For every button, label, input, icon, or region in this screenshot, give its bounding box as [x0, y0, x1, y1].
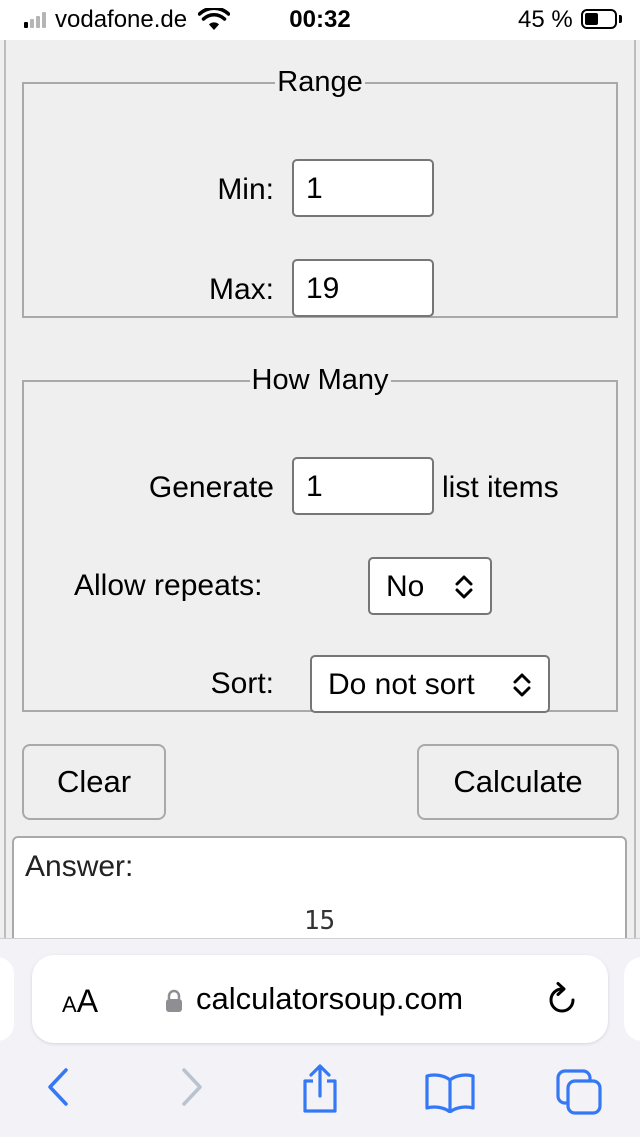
chevron-updown-icon — [455, 575, 473, 599]
address-bar[interactable]: AA calculatorsoup.com — [32, 955, 608, 1043]
battery-icon — [581, 9, 617, 29]
generate-count-input[interactable]: 1 — [292, 457, 434, 515]
battery-percentage: 45 % — [518, 6, 573, 33]
page-content: Range Min: 1 Max: 19 How Many Generate 1… — [0, 40, 640, 956]
forward-icon[interactable] — [178, 1067, 206, 1107]
page-border-left — [4, 40, 6, 940]
allow-repeats-select[interactable]: No — [368, 557, 492, 615]
sort-select[interactable]: Do not sort — [310, 655, 550, 713]
battery-level — [585, 13, 598, 25]
max-label: Max: — [208, 273, 274, 306]
min-label: Min: — [217, 173, 274, 206]
allow-repeats-value: No — [386, 570, 425, 603]
range-legend: Range — [277, 66, 363, 98]
url-text: calculatorsoup.com — [196, 981, 464, 1016]
lock-icon — [166, 989, 182, 1012]
min-input[interactable]: 1 — [292, 159, 434, 217]
generate-label: Generate — [148, 471, 274, 504]
reload-icon[interactable] — [544, 980, 580, 1018]
chevron-updown-icon — [513, 673, 531, 697]
answer-label: Answer: — [25, 850, 134, 883]
browser-toolbar: AA calculatorsoup.com — [0, 938, 640, 1137]
list-items-label: list items — [442, 471, 559, 504]
bookmarks-icon[interactable] — [424, 1071, 476, 1113]
calculate-button[interactable]: Calculate — [417, 744, 619, 820]
sort-value: Do not sort — [328, 668, 475, 701]
previous-tab-preview[interactable] — [0, 957, 14, 1041]
allow-repeats-label: Allow repeats: — [74, 569, 263, 602]
range-fieldset: Range Min: 1 Max: 19 — [22, 66, 618, 318]
how-many-fieldset: How Many Generate 1 list items Allow rep… — [22, 364, 618, 713]
share-icon[interactable] — [298, 1063, 342, 1115]
page-border-right — [634, 40, 636, 940]
tabs-icon[interactable] — [554, 1067, 604, 1117]
max-input[interactable]: 19 — [292, 259, 434, 317]
clear-button[interactable]: Clear — [22, 744, 166, 820]
how-many-legend: How Many — [251, 364, 389, 396]
battery-tip — [619, 15, 622, 23]
text-size-button[interactable]: AA — [62, 983, 98, 1020]
status-bar: vodafone.de 00:32 45 % — [0, 0, 640, 40]
back-icon[interactable] — [44, 1067, 72, 1107]
next-tab-preview[interactable] — [624, 957, 640, 1041]
answer-value: 15 — [303, 906, 336, 936]
sort-label: Sort: — [210, 667, 274, 700]
